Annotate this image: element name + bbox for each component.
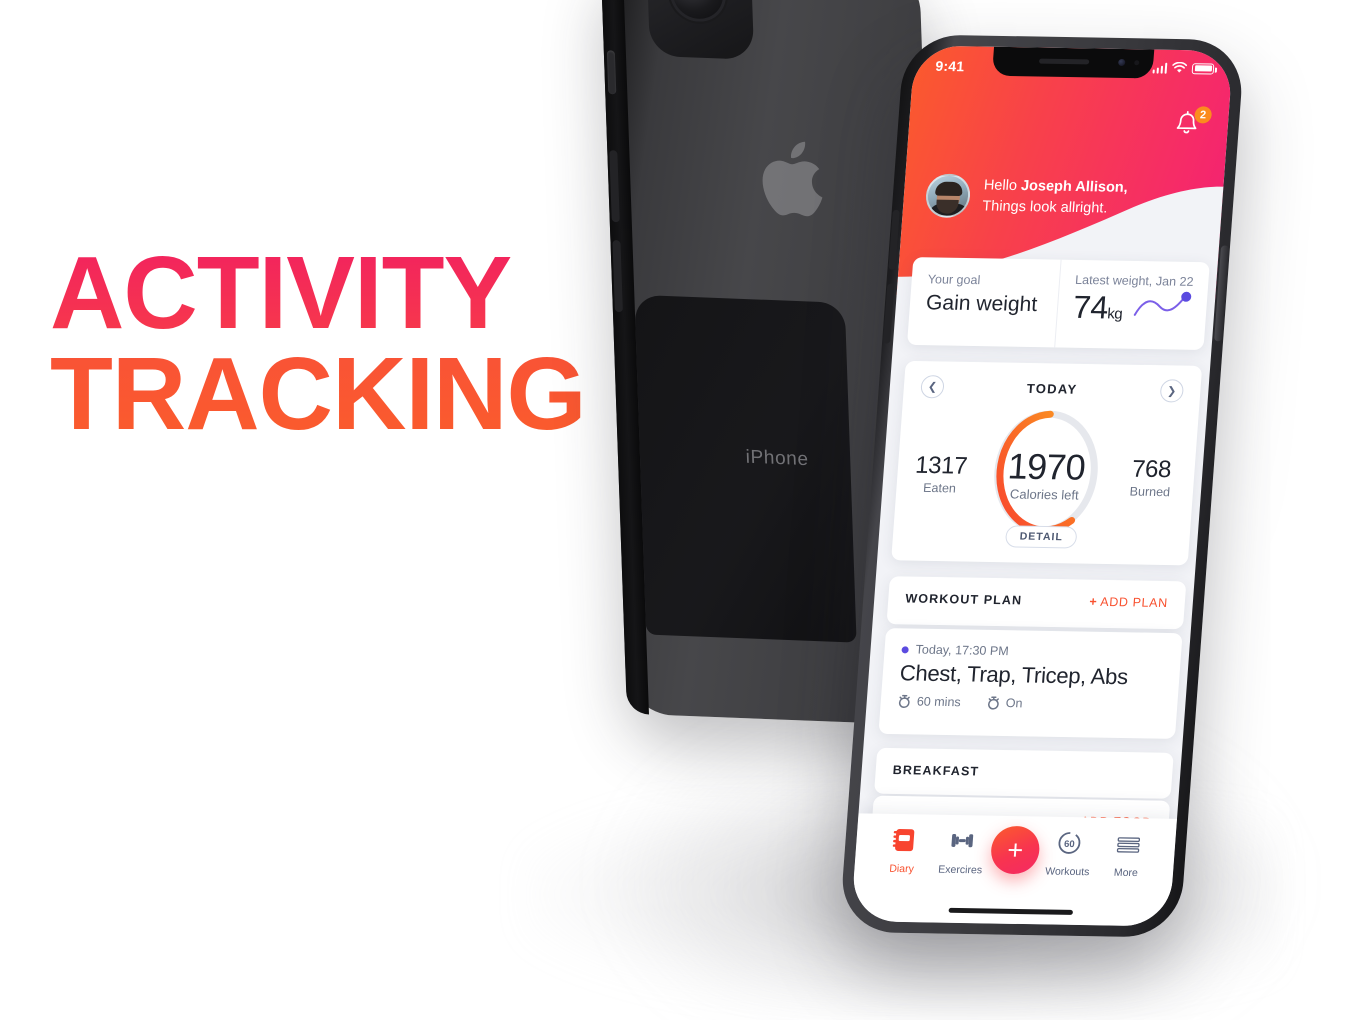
add-button[interactable]: + <box>989 825 1042 875</box>
tab-diary-label: Diary <box>888 862 915 876</box>
eaten-value: 1317 <box>914 451 969 480</box>
breakfast-header: BREAKFAST <box>875 748 1174 782</box>
breakfast-header-card: BREAKFAST <box>874 747 1174 799</box>
eaten-stat: 1317 Eaten <box>902 452 979 496</box>
status-time: 9:41 <box>934 57 965 75</box>
headline-line-1: ACTIVITY <box>50 241 670 344</box>
tab-workouts[interactable]: 60 Workouts <box>1038 829 1100 879</box>
add-plan-button[interactable]: + ADD PLAN <box>1089 595 1168 610</box>
today-summary-card: ❮ TODAY ❯ 1970 Calories left 1317 Eaten … <box>891 360 1203 566</box>
workout-plan-item[interactable]: Today, 17:30 PM Chest, Trap, Tricep, Abs… <box>878 628 1183 739</box>
headline-line-2: TRACKING <box>50 342 670 445</box>
greeting-block: Hello Joseph Allison, Things look allrig… <box>924 173 1128 220</box>
mute-switch[interactable] <box>606 50 617 95</box>
workout-plan-title: WORKOUT PLAN <box>904 591 1023 608</box>
workout-title: Chest, Trap, Tricep, Abs <box>899 660 1129 690</box>
eaten-label: Eaten <box>922 480 957 496</box>
svg-text:60: 60 <box>1064 839 1075 850</box>
greeting-text: Hello Joseph Allison, Things look allrig… <box>982 176 1129 220</box>
tab-list: Diary Exercires + 60 Workouts More <box>854 813 1177 879</box>
workout-plan-header-card: WORKOUT PLAN + ADD PLAN <box>886 576 1187 630</box>
burned-value: 768 <box>1131 455 1172 484</box>
timer-60-icon: 60 <box>1058 832 1081 854</box>
goal-value: Gain weight <box>925 291 1039 317</box>
notebook-icon <box>892 829 914 852</box>
bottom-tab-bar: Diary Exercires + 60 Workouts More <box>850 813 1177 927</box>
camera-housing <box>645 0 755 60</box>
today-title: TODAY <box>1026 380 1079 397</box>
apple-logo-icon <box>762 141 823 217</box>
tab-workouts-label: Workouts <box>1044 865 1090 879</box>
greeting-prefix: Hello <box>983 177 1022 195</box>
weight-label: Latest weight, Jan 22 <box>1074 272 1195 289</box>
status-dot-icon <box>901 645 909 653</box>
workout-alarm: On <box>986 696 1024 711</box>
goal-section: Your goal Gain weight <box>906 257 1062 348</box>
camera-lens-icon <box>668 0 727 23</box>
weight-unit: kg <box>1106 305 1123 323</box>
home-indicator[interactable] <box>948 907 1074 915</box>
tab-more-label: More <box>1113 866 1139 880</box>
goal-label: Your goal <box>927 272 981 288</box>
weight-sparkline-chart <box>1133 291 1192 316</box>
greeting-line-1: Hello Joseph Allison, <box>983 176 1128 199</box>
prev-day-button[interactable]: ❮ <box>920 375 945 399</box>
weight-section: Latest weight, Jan 22 74kg <box>1055 260 1210 350</box>
tab-exercises[interactable]: Exercires <box>931 827 993 877</box>
volume-down-button[interactable] <box>612 240 623 313</box>
page-title: ACTIVITY TRACKING <box>50 241 670 445</box>
alarm-icon <box>987 696 999 710</box>
workout-duration: 60 mins <box>897 694 961 709</box>
avatar-hair <box>934 181 964 197</box>
volume-up-button[interactable] <box>609 150 620 223</box>
notifications-button[interactable]: 2 <box>1172 106 1213 145</box>
dumbbell-icon <box>951 833 974 848</box>
burned-stat: 768 Burned <box>1112 455 1189 500</box>
next-day-button[interactable]: ❯ <box>1159 379 1185 403</box>
tab-more[interactable]: More <box>1096 830 1158 880</box>
wifi-icon <box>1172 61 1188 73</box>
tab-diary[interactable]: Diary <box>872 826 934 876</box>
add-plan-label: ADD PLAN <box>1099 594 1169 611</box>
battery-icon <box>1191 62 1215 75</box>
workout-when-row: Today, 17:30 PM <box>884 628 1182 661</box>
status-bar: 9:41 <box>912 45 1234 94</box>
stopwatch-icon <box>898 694 910 709</box>
detail-button[interactable]: DETAIL <box>1004 525 1078 549</box>
breakfast-title: BREAKFAST <box>892 763 980 779</box>
goal-card[interactable]: Your goal Gain weight Latest weight, Jan… <box>906 257 1210 351</box>
menu-lines-icon <box>1116 837 1140 853</box>
burned-label: Burned <box>1129 484 1171 500</box>
status-icons <box>1152 61 1215 75</box>
workout-duration-text: 60 mins <box>916 694 962 710</box>
poster-canvas: ACTIVITY TRACKING iPhone 9:41 2 Hello Jo… <box>0 0 1350 1020</box>
calorie-ring-area: 1970 Calories left 1317 Eaten 768 Burned… <box>892 398 1199 553</box>
cellular-signal-icon <box>1152 62 1168 74</box>
workout-when: Today, 17:30 PM <box>915 642 1010 659</box>
workout-plan-header: WORKOUT PLAN + ADD PLAN <box>888 576 1187 610</box>
greeting-subtitle: Things look allright. <box>981 198 1109 217</box>
workout-meta-row: 60 mins On <box>880 686 1178 713</box>
user-name: Joseph Allison, <box>1020 178 1129 197</box>
weight-value: 74 <box>1071 288 1110 326</box>
tab-exercises-label: Exercires <box>937 863 983 877</box>
workout-alarm-text: On <box>1005 696 1024 711</box>
app-screen: 9:41 2 Hello Joseph Allison, Things look… <box>850 45 1234 927</box>
today-header: ❮ TODAY ❯ <box>903 361 1202 403</box>
avatar[interactable] <box>924 173 972 219</box>
front-phone-device: 9:41 2 Hello Joseph Allison, Things look… <box>838 34 1246 938</box>
add-plan-plus-icon: + <box>1088 594 1098 609</box>
